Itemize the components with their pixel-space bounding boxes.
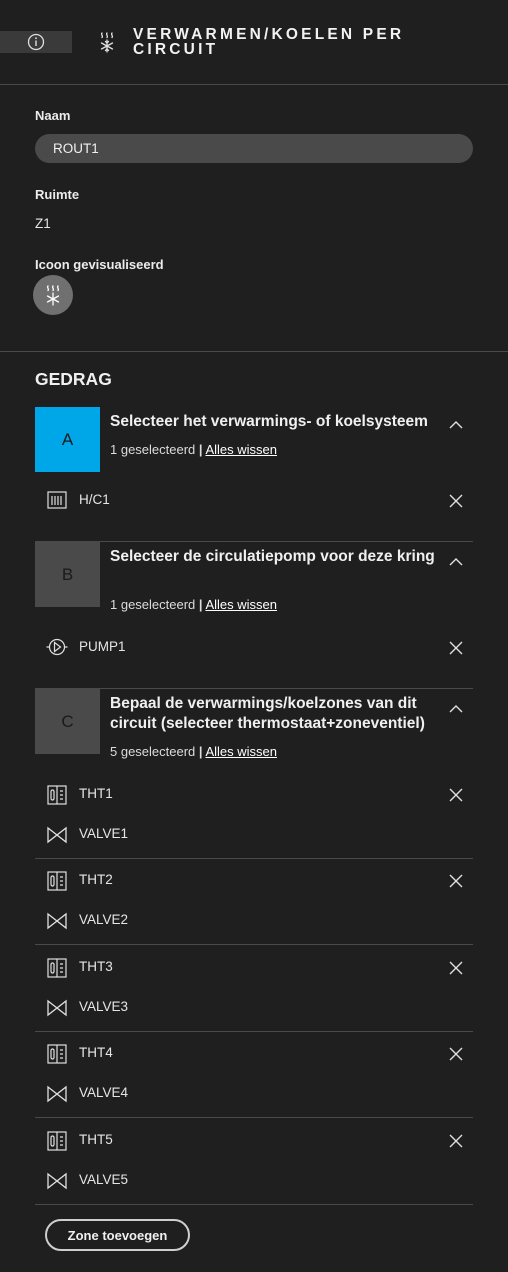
header: VERWARMEN/KOELEN PER CIRCUIT (0, 0, 508, 85)
info-icon (27, 33, 45, 51)
valve-label: VALVE3 (79, 998, 129, 1014)
room-value: Z1 (35, 216, 51, 231)
step-a-title: Selecteer het verwarmings- of koelsystee… (110, 413, 428, 430)
thermostat-icon (47, 871, 67, 891)
thermostat-label: THT1 (79, 786, 113, 801)
valve-icon (47, 1172, 67, 1189)
close-icon[interactable] (447, 639, 465, 657)
row-divider (35, 1203, 473, 1205)
thermostat-label: THT5 (79, 1131, 113, 1147)
page-title: VERWARMEN/KOELEN PER CIRCUIT (133, 26, 405, 58)
name-input[interactable] (35, 134, 473, 163)
section-title: GEDRAG (35, 369, 112, 389)
system-label: H/C1 (79, 492, 110, 507)
close-icon[interactable] (447, 492, 465, 510)
valve-icon (47, 1085, 67, 1103)
step-c-title: Bepaal de verwarmings/koelzones van dit … (110, 695, 425, 732)
close-icon[interactable] (447, 959, 465, 977)
valve-icon (47, 999, 67, 1017)
visualised-icon-button[interactable] (33, 275, 73, 315)
clear-all-link[interactable]: Alles wissen (205, 442, 277, 457)
thermostat-icon (47, 958, 67, 978)
thermostat-label: THT2 (79, 872, 113, 888)
row-divider (35, 944, 473, 946)
chevron-up-icon[interactable] (447, 703, 465, 715)
room-label: Ruimte (35, 187, 80, 202)
chevron-up-icon[interactable] (447, 556, 465, 568)
step-c-count: 5 geselecteerd | Alles wissen (110, 744, 277, 759)
row-divider (35, 858, 473, 859)
valve-label: VALVE1 (79, 826, 129, 841)
clear-all-link[interactable]: Alles wissen (205, 744, 277, 759)
close-icon[interactable] (447, 872, 465, 890)
chevron-up-icon[interactable] (447, 419, 465, 431)
add-zone-button[interactable]: Zone toevoegen (45, 1219, 190, 1251)
step-b-box[interactable]: B (35, 542, 100, 607)
pump-icon (46, 638, 68, 656)
step-c-box[interactable]: C (35, 689, 100, 754)
pump-label: PUMP1 (79, 639, 126, 654)
heat-cool-icon (100, 32, 114, 53)
thermostat-label: THT3 (79, 958, 113, 974)
thermostat-icon (47, 1044, 67, 1064)
info-button[interactable] (0, 31, 72, 53)
thermostat-label: THT4 (79, 1045, 113, 1061)
name-label: Naam (35, 108, 71, 123)
valve-label: VALVE5 (79, 1171, 129, 1187)
valve-label: VALVE4 (79, 1085, 129, 1101)
close-icon[interactable] (447, 786, 465, 804)
valve-icon (47, 913, 67, 930)
valve-label: VALVE2 (79, 912, 129, 928)
close-icon[interactable] (447, 1132, 465, 1150)
row-divider (35, 1030, 473, 1032)
valve-icon (47, 826, 67, 844)
close-icon[interactable] (447, 1045, 465, 1063)
heat-cool-icon (46, 285, 60, 306)
row-divider (35, 541, 473, 542)
thermostat-icon (47, 1130, 67, 1151)
divider (0, 351, 508, 352)
row-divider (35, 1117, 473, 1119)
clear-all-link[interactable]: Alles wissen (205, 597, 277, 612)
icon-label: Icoon gevisualiseerd (35, 257, 164, 272)
thermostat-icon (47, 785, 67, 805)
step-a-box[interactable]: A (35, 407, 100, 472)
row-divider (35, 688, 473, 689)
heater-icon (47, 491, 67, 509)
step-b-title: Selecteer de circulatiepomp voor deze kr… (110, 548, 435, 565)
step-b-count: 1 geselecteerd | Alles wissen (110, 597, 277, 612)
step-a-count: 1 geselecteerd | Alles wissen (110, 442, 277, 457)
